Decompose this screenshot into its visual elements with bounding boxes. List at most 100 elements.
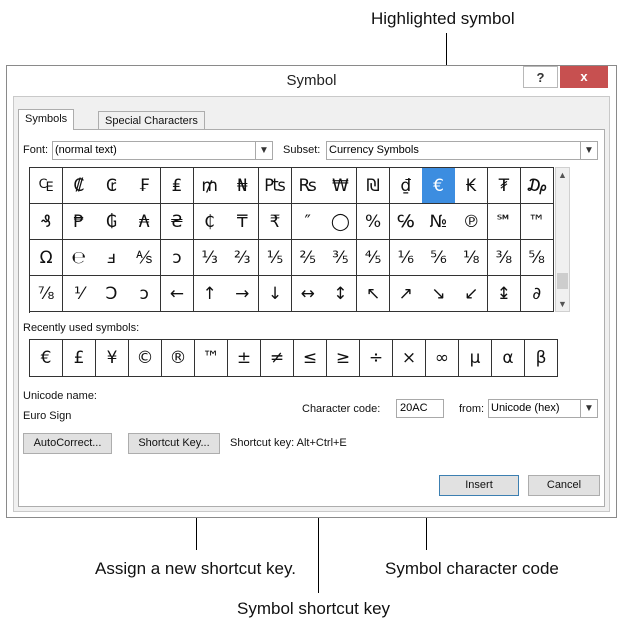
recent-symbol-cell[interactable]: ≠ [261,340,294,377]
shortcut-key-button[interactable]: Shortcut Key... [128,433,220,454]
symbol-cell[interactable]: ⅗ [324,240,358,276]
character-code-input[interactable]: 20AC [396,399,444,418]
symbol-cell[interactable]: ⅍ [128,240,162,276]
symbol-cell[interactable]: ₳ [128,204,162,240]
symbol-cell[interactable]: ₹ [258,204,293,240]
from-select[interactable]: Unicode (hex) ▼ [488,399,598,418]
symbol-cell[interactable]: ↘ [422,276,456,312]
symbol-cell[interactable]: ↔ [291,276,325,312]
symbol-cell[interactable]: ₤ [160,168,194,204]
symbol-cell[interactable]: ↑ [193,276,227,312]
recent-symbol-cell[interactable]: ± [228,340,261,377]
symbol-cell[interactable]: ↨ [487,276,521,312]
symbol-cell[interactable]: ↕ [324,276,358,312]
recent-symbol-cell[interactable]: ® [162,340,195,377]
symbol-cell[interactable]: ₭ [455,168,489,204]
recent-symbol-cell[interactable]: £ [63,340,96,377]
symbol-cell[interactable]: % [357,204,391,240]
symbol-cell[interactable]: ⅚ [422,240,456,276]
symbol-cell[interactable]: ⅓ [193,240,227,276]
recent-symbol-cell[interactable]: ≤ [294,340,327,377]
symbol-cell[interactable]: ₰ [30,204,64,240]
recent-symbol-cell[interactable]: × [393,340,426,377]
symbol-cell[interactable]: ₨ [291,168,325,204]
from-select-value: Unicode (hex) [491,402,560,414]
symbol-cell[interactable]: ₯ [520,168,554,204]
symbol-cell[interactable]: ⅕ [258,240,293,276]
symbol-cell[interactable]: ⅙ [389,240,423,276]
tab-symbols[interactable]: Symbols [18,109,75,130]
recent-symbol-cell[interactable]: ™ [195,340,228,377]
symbol-cell[interactable]: ₵ [193,204,227,240]
symbol-cell[interactable]: ∂ [520,276,554,312]
scroll-down-icon[interactable]: ▼ [556,297,569,311]
symbol-cell[interactable]: ◯ [324,204,358,240]
cancel-button[interactable]: Cancel [528,475,600,496]
symbol-cell[interactable]: ₦ [226,168,260,204]
symbol-cell[interactable]: Ω [30,240,64,276]
help-button[interactable]: ? [523,66,558,88]
symbol-cell[interactable]: ↓ [258,276,293,312]
autocorrect-button[interactable]: AutoCorrect... [23,433,112,454]
scrollbar-thumb[interactable] [557,273,568,289]
recent-symbol-cell[interactable]: β [525,340,558,377]
symbol-cell[interactable]: ⅞ [30,276,64,312]
symbol-cell[interactable]: ₱ [62,204,96,240]
symbol-cell[interactable]: ⅎ [95,240,129,276]
symbol-cell[interactable]: ℗ [455,204,489,240]
recent-symbol-cell[interactable]: © [129,340,162,377]
symbol-cell[interactable]: ₲ [95,204,129,240]
symbol-cell[interactable]: ↖ [357,276,391,312]
insert-button[interactable]: Insert [439,475,519,496]
symbol-cell[interactable]: ™ [520,204,554,240]
symbol-cell[interactable]: ⅟ [62,276,96,312]
symbol-cell[interactable]: ″ [291,204,325,240]
symbol-cell[interactable]: ⅖ [291,240,325,276]
symbol-cell[interactable]: № [422,204,456,240]
symbol-cell[interactable]: ℅ [389,204,423,240]
symbol-cell[interactable]: ⅜ [487,240,521,276]
symbol-cell[interactable]: ↙ [455,276,489,312]
symbol-cell[interactable]: ⅛ [455,240,489,276]
symbol-cell[interactable]: ₫ [389,168,423,204]
recent-symbol-cell[interactable]: ≥ [327,340,360,377]
recent-symbol-cell[interactable]: ∞ [426,340,459,377]
symbol-cell[interactable]: ℮ [62,240,96,276]
symbol-cell[interactable]: ₡ [62,168,96,204]
symbol-cell[interactable]: ₴ [160,204,194,240]
symbol-cell[interactable]: ← [160,276,194,312]
symbol-cell[interactable]: ℠ [487,204,521,240]
symbol-cell[interactable]: ↄ [128,276,162,312]
symbol-cell[interactable]: Ↄ [95,276,129,312]
symbol-dialog: Symbol ? x Symbols Special Characters Fo… [6,65,617,518]
symbol-cell[interactable]: ⅔ [226,240,260,276]
font-select[interactable]: (normal text) ▼ [52,141,273,160]
title-bar[interactable]: Symbol ? x [7,66,616,96]
tab-special-characters[interactable]: Special Characters [98,111,205,130]
symbol-cell[interactable]: ₧ [258,168,293,204]
symbol-cell[interactable]: ⅘ [357,240,391,276]
close-button[interactable]: x [560,66,608,88]
symbol-cell[interactable]: ₸ [226,204,260,240]
symbol-cell[interactable]: ₮ [487,168,521,204]
recent-symbol-cell[interactable]: € [30,340,63,377]
symbol-cell[interactable]: ₣ [128,168,162,204]
unicode-name-label: Unicode name: [23,390,97,402]
symbol-grid-scrollbar[interactable]: ▲ ▼ [555,167,570,312]
recent-symbol-cell[interactable]: ¥ [96,340,129,377]
symbol-cell[interactable]: ↗ [389,276,423,312]
symbol-cell[interactable]: ₩ [324,168,358,204]
recent-symbol-cell[interactable]: µ [459,340,492,377]
symbol-cell[interactable]: ₥ [193,168,227,204]
symbol-cell[interactable]: ₪ [357,168,391,204]
symbol-cell[interactable]: ↄ [160,240,194,276]
recent-symbol-cell[interactable]: α [492,340,525,377]
recent-symbol-cell[interactable]: ÷ [360,340,393,377]
symbol-cell[interactable]: ₠ [30,168,64,204]
subset-select[interactable]: Currency Symbols ▼ [326,141,598,160]
symbol-cell[interactable]: € [422,168,456,204]
symbol-cell[interactable]: → [226,276,260,312]
symbol-cell[interactable]: ₢ [95,168,129,204]
symbol-cell[interactable]: ⅝ [520,240,554,276]
scroll-up-icon[interactable]: ▲ [556,168,569,182]
